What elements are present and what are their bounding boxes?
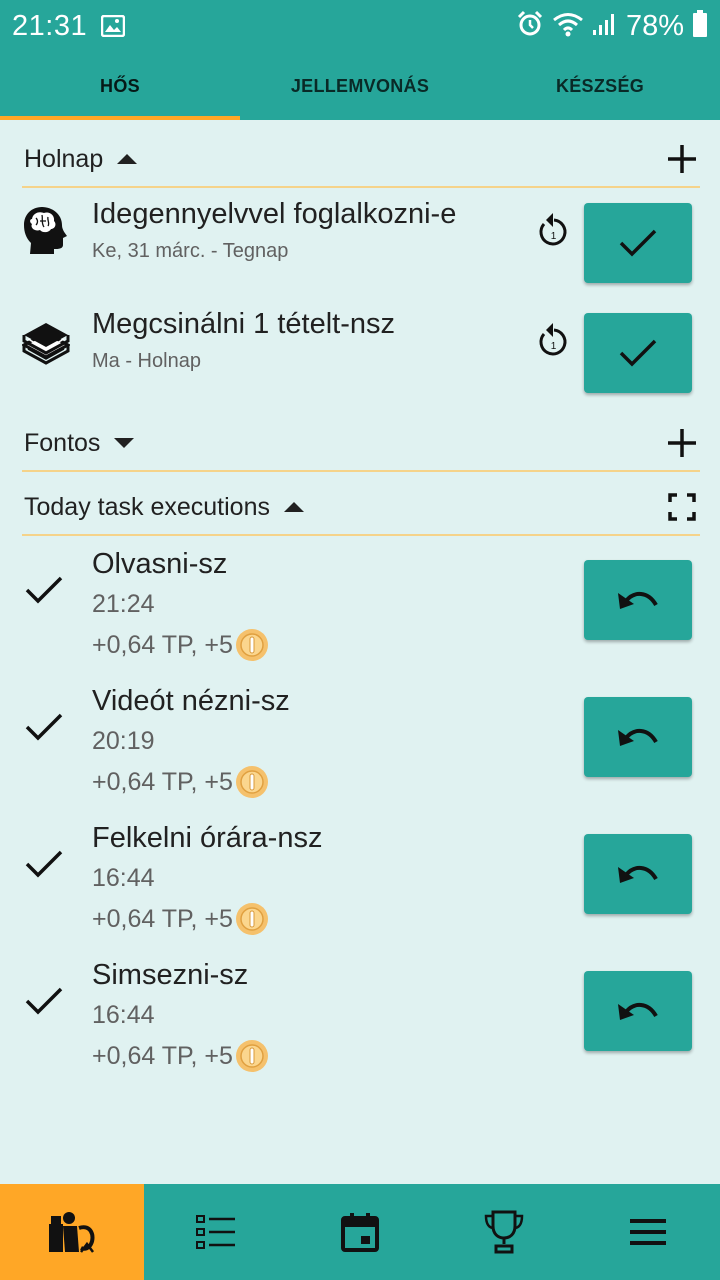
section-title-tomorrow: Holnap: [24, 144, 104, 173]
execution-reward: +0,64 TP, +5: [92, 765, 269, 799]
execution-time: 21:24: [92, 590, 155, 618]
nav-list[interactable]: [144, 1184, 288, 1280]
execution-name: Simsezni-sz: [92, 959, 249, 991]
hero-icon: [49, 1212, 95, 1253]
section-title-today-executions: Today task executions: [24, 492, 270, 521]
execution-item: Felkelni órára-nsz 16:44 +0,64 TP, +5: [0, 822, 720, 959]
task-item[interactable]: Megcsinálni 1 tételt-nsz Ma - Holnap 1: [0, 300, 720, 410]
section-header-important[interactable]: Fontos: [22, 416, 700, 472]
bottom-nav: [0, 1184, 720, 1280]
add-task-button[interactable]: [664, 141, 700, 177]
task-item[interactable]: Idegennyelvvel foglalkozni-e Ke, 31 márc…: [0, 190, 720, 300]
trophy-icon: [484, 1210, 524, 1254]
status-icons: 78%: [516, 9, 708, 43]
image-icon: [101, 15, 127, 37]
undo-button[interactable]: [584, 971, 692, 1051]
check-icon: [24, 848, 66, 880]
check-icon: [24, 574, 66, 606]
repeat-icon[interactable]: 1: [536, 322, 572, 360]
repeat-count: 1: [551, 231, 557, 242]
calendar-icon: [341, 1213, 379, 1252]
coin-icon: [235, 766, 268, 798]
check-icon: [619, 339, 657, 367]
list-icon: [196, 1215, 235, 1249]
tab-trait[interactable]: JELLEMVONÁS: [240, 52, 480, 120]
tab-hero[interactable]: HŐS: [0, 52, 240, 120]
undo-button[interactable]: [584, 834, 692, 914]
caret-up-icon[interactable]: [117, 153, 138, 165]
undo-button[interactable]: [584, 560, 692, 640]
reward-text: +0,64 TP, +5: [92, 630, 233, 659]
section-title-important: Fontos: [24, 428, 101, 457]
coin-icon: [235, 1040, 268, 1072]
signal-icon: [592, 12, 618, 41]
check-icon: [24, 711, 66, 743]
execution-item: Simsezni-sz 16:44 +0,64 TP, +5: [0, 959, 720, 1096]
execution-reward: +0,64 TP, +5: [92, 1039, 269, 1073]
execution-name: Olvasni-sz: [92, 548, 228, 580]
status-time: 21:31: [12, 9, 88, 42]
coin-icon: [235, 903, 268, 935]
undo-button[interactable]: [584, 697, 692, 777]
fullscreen-icon[interactable]: [664, 489, 700, 525]
undo-icon: [618, 729, 658, 746]
nav-hero[interactable]: [0, 1184, 144, 1280]
section-header-tomorrow[interactable]: Holnap: [22, 132, 700, 188]
section-header-today-executions[interactable]: Today task executions: [22, 480, 700, 536]
coin-icon: [235, 629, 268, 661]
check-icon: [24, 985, 66, 1017]
complete-task-button[interactable]: [584, 313, 692, 393]
task-subtitle: Ma - Holnap: [92, 350, 201, 372]
check-icon: [619, 229, 657, 257]
battery-percent: 78%: [625, 9, 684, 42]
tab-bar: HŐS JELLEMVONÁS KÉSZSÉG: [0, 52, 720, 120]
nav-trophy[interactable]: [432, 1184, 576, 1280]
reward-text: +0,64 TP, +5: [92, 767, 233, 796]
tab-skill[interactable]: KÉSZSÉG: [480, 52, 720, 120]
status-bar: 21:31 78%: [0, 0, 720, 52]
execution-item: Videót nézni-sz 20:19 +0,64 TP, +5: [0, 685, 720, 822]
task-name: Idegennyelvvel foglalkozni-e: [92, 198, 457, 230]
add-task-button[interactable]: [664, 425, 700, 461]
alarm-icon: [516, 10, 544, 43]
undo-icon: [618, 866, 658, 883]
complete-task-button[interactable]: [584, 203, 692, 283]
execution-name: Videót nézni-sz: [92, 685, 290, 717]
caret-up-icon[interactable]: [283, 501, 304, 513]
execution-time: 16:44: [92, 1001, 155, 1029]
repeat-icon[interactable]: 1: [536, 212, 572, 250]
reward-text: +0,64 TP, +5: [92, 904, 233, 933]
execution-time: 16:44: [92, 864, 155, 892]
undo-icon: [618, 1003, 658, 1020]
undo-icon: [618, 592, 658, 609]
wifi-icon: [552, 11, 584, 42]
execution-reward: +0,64 TP, +5: [92, 902, 269, 936]
nav-calendar[interactable]: [288, 1184, 432, 1280]
repeat-count: 1: [551, 341, 557, 352]
execution-time: 20:19: [92, 727, 155, 755]
execution-reward: +0,64 TP, +5: [92, 628, 269, 662]
execution-item: Olvasni-sz 21:24 +0,64 TP, +5: [0, 548, 720, 685]
books-icon: [20, 315, 72, 365]
brain-head-icon: [22, 205, 72, 255]
battery-icon: [692, 9, 708, 43]
caret-down-icon[interactable]: [114, 437, 135, 449]
nav-menu[interactable]: [576, 1184, 720, 1280]
task-name: Megcsinálni 1 tételt-nsz: [92, 308, 396, 340]
task-subtitle: Ke, 31 márc. - Tegnap: [92, 240, 289, 262]
menu-icon: [630, 1219, 666, 1245]
reward-text: +0,64 TP, +5: [92, 1041, 233, 1070]
execution-name: Felkelni órára-nsz: [92, 822, 323, 854]
